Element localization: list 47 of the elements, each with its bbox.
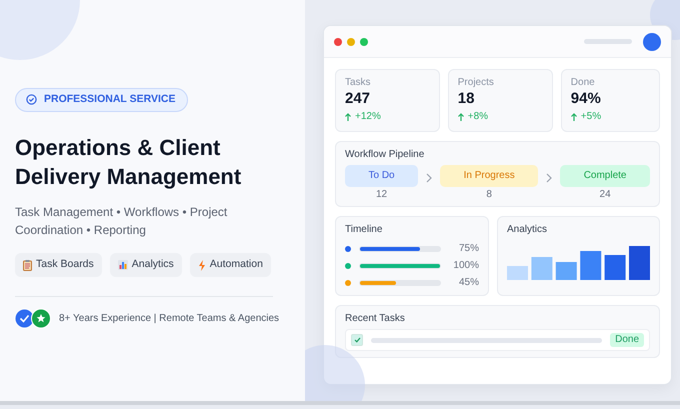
experience-text: 8+ Years Experience | Remote Teams & Agencies (59, 312, 280, 326)
stat-change: +5% (580, 111, 602, 123)
stat-change: +8% (468, 111, 488, 123)
panel-title: Recent Tasks (345, 313, 406, 325)
arrow-up-icon (458, 113, 464, 121)
stat-value: 94% (570, 90, 602, 108)
progress-reading: 45% (458, 276, 479, 288)
stage-count: 24 (598, 189, 612, 201)
placeholder-bar (584, 39, 632, 44)
stage-count: 8 (485, 189, 493, 201)
stage-label: To Do (345, 165, 418, 187)
subtitle: Task Management • Workflows • Project Coordination • Reporting (15, 204, 228, 240)
stat-label: Projects (458, 77, 495, 89)
stage-count: 12 (374, 189, 388, 201)
minimize-dot-icon[interactable] (347, 38, 355, 46)
stat-label: Tasks (345, 77, 372, 89)
stat-change: +12% (355, 111, 381, 123)
maximize-dot-icon[interactable] (360, 38, 368, 46)
chevron-right-icon (426, 173, 432, 183)
bar-chart-icon (118, 260, 128, 270)
clipboard-icon (23, 260, 32, 271)
progress-reading: 75% (458, 242, 479, 254)
panel-title: Analytics (507, 224, 548, 236)
chevron-right-icon (546, 173, 552, 183)
panel-title: Timeline (345, 224, 384, 236)
page-title: Operations & Client Delivery Management (15, 134, 242, 192)
stage-label: In Progress (440, 165, 538, 187)
arrow-up-icon (570, 113, 577, 121)
checkmark-icon (354, 337, 360, 343)
progress-reading: 100% (452, 260, 479, 272)
checkbox[interactable] (351, 334, 363, 346)
arrow-up-icon (345, 113, 351, 121)
stat-value: 247 (345, 90, 372, 108)
feature-tag: Analytics (110, 253, 182, 278)
check-circle-icon (26, 94, 37, 106)
lightning-icon (198, 260, 206, 271)
close-dot-icon[interactable] (334, 38, 342, 46)
panel-title: Workflow Pipeline (345, 149, 426, 161)
service-badge: PROFESSIONAL SERVICE (15, 88, 188, 112)
status-badge: Done (610, 333, 644, 347)
badges-icon (15, 309, 51, 328)
stat-label: Done (570, 77, 596, 89)
feature-tag: Automation (190, 253, 271, 278)
avatar-icon[interactable] (643, 32, 661, 50)
feature-tag: Task Boards (15, 253, 102, 278)
stat-value: 18 (458, 90, 476, 108)
stage-label: Complete (560, 165, 650, 187)
